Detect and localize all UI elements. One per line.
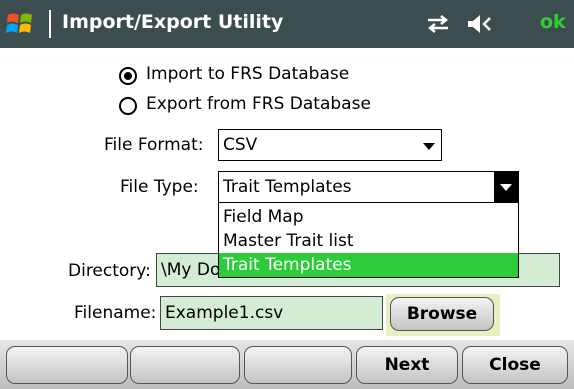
windows-start-icon[interactable]: [6, 10, 34, 38]
export-radio[interactable]: [119, 97, 137, 115]
window-title: Import/Export Utility: [62, 11, 284, 33]
dropdown-option-master-trait-list[interactable]: Master Trait list: [219, 229, 518, 253]
softkey-2-button[interactable]: [130, 346, 240, 384]
import-label[interactable]: Import to FRS Database: [146, 64, 349, 84]
next-button[interactable]: Next: [356, 346, 458, 384]
softkey-3-button[interactable]: [244, 346, 352, 384]
filename-field[interactable]: Example1.csv: [160, 296, 383, 330]
title-bar: Import/Export Utility ok: [0, 0, 574, 48]
file-type-value: Trait Templates: [223, 177, 352, 197]
file-type-label: File Type:: [120, 177, 199, 197]
file-type-dropdown-button[interactable]: [494, 172, 518, 202]
filename-label: Filename:: [74, 303, 157, 323]
dropdown-option-trait-templates[interactable]: Trait Templates: [219, 253, 518, 277]
radio-selected-dot: [124, 72, 132, 80]
close-button[interactable]: Close: [462, 346, 568, 384]
browse-button-frame: Browse: [386, 294, 500, 336]
directory-label: Directory:: [68, 261, 151, 281]
file-format-label: File Format:: [104, 135, 204, 155]
file-type-dropdown-list: Field Map Master Trait list Trait Templa…: [218, 202, 519, 278]
connectivity-icon[interactable]: [424, 14, 452, 34]
filename-value: Example1.csv: [165, 303, 284, 323]
import-radio[interactable]: [119, 67, 137, 85]
file-format-value: CSV: [223, 135, 258, 155]
file-type-select[interactable]: Trait Templates: [218, 171, 519, 203]
export-label[interactable]: Export from FRS Database: [146, 94, 371, 114]
file-format-select[interactable]: CSV: [218, 129, 442, 161]
browse-button[interactable]: Browse: [390, 297, 494, 331]
chevron-down-icon: [500, 184, 512, 191]
ok-button[interactable]: ok: [540, 11, 566, 33]
directory-value: \My Do: [161, 260, 221, 280]
title-separator: [49, 10, 51, 38]
softkey-1-button[interactable]: [6, 346, 128, 384]
dropdown-option-field-map[interactable]: Field Map: [219, 205, 518, 229]
volume-icon[interactable]: [466, 13, 498, 35]
softkey-bar: Next Close: [0, 340, 574, 389]
chevron-down-icon[interactable]: [423, 143, 435, 150]
